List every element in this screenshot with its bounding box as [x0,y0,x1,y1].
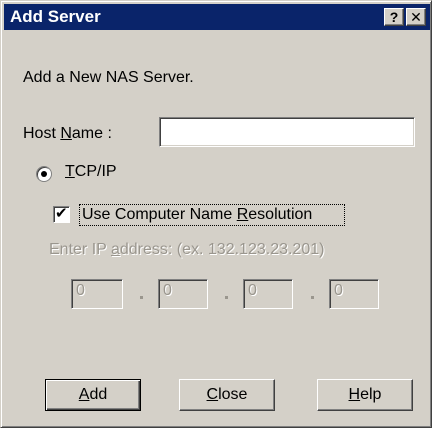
ip-octet-3-value: 0 [248,282,257,299]
name-resolution-checkbox[interactable]: ✔ [53,205,70,223]
window-title: Add Server [10,7,101,26]
intro-text: Add a New NAS Server. [23,69,194,86]
tcpip-label[interactable]: TCP/IP [65,163,117,181]
host-name-label-post: ame : [71,125,112,142]
close-button[interactable]: Close [179,379,275,411]
ip-octet-2-input[interactable]: 0 [158,279,208,309]
help-label-rest: elp [360,386,382,403]
host-name-label: Host Name : [23,125,112,143]
add-button[interactable]: Add [45,379,141,411]
name-resolution-accel: R [236,206,249,223]
check-icon: ✔ [55,205,68,222]
host-name-label-pre: Host [23,125,61,142]
ip-separator-dot [140,296,143,299]
ip-octet-4-input[interactable]: 0 [329,279,379,309]
add-accel: A [78,386,90,403]
ip-octet-1-value: 0 [76,282,85,299]
ip-separator-dot [225,296,228,299]
host-name-input[interactable] [159,117,415,147]
ip-octet-2-value: 0 [163,282,172,299]
ip-hint-label: Enter IP address: (ex. 132.123.23.201) [49,241,324,259]
name-resolution-label[interactable]: Use Computer Name Resolution [82,206,312,224]
ip-octet-4-value: 0 [334,282,343,299]
ip-hint-accel: a [110,241,120,258]
help-icon[interactable]: ? [384,8,404,26]
ip-separator-dot [311,296,314,299]
close-label-rest: lose [218,386,248,403]
ip-octet-1-input[interactable]: 0 [71,279,123,309]
close-accel: C [206,386,219,403]
title-bar[interactable]: Add Server ? ✕ [4,4,430,30]
ip-octet-3-input[interactable]: 0 [243,279,293,309]
tcpip-label-rest: CP/IP [74,163,117,180]
ip-hint-pre: Enter IP [49,241,111,258]
ip-hint-post: ddress: (ex. 132.123.23.201) [119,241,325,258]
name-resolution-label-post: esolution [248,206,313,223]
help-accel: H [348,386,361,403]
tcpip-radio[interactable] [36,166,52,182]
add-server-dialog: Add Server ? ✕ Add a New NAS Server. Hos… [0,0,432,428]
name-resolution-label-pre: Use Computer Name [82,206,237,223]
radio-selected-dot [41,171,47,177]
close-icon[interactable]: ✕ [406,8,426,26]
host-name-label-accel: N [60,125,72,142]
tcpip-accel: T [65,163,75,180]
add-label-rest: dd [89,386,108,403]
help-button[interactable]: Help [317,379,413,411]
